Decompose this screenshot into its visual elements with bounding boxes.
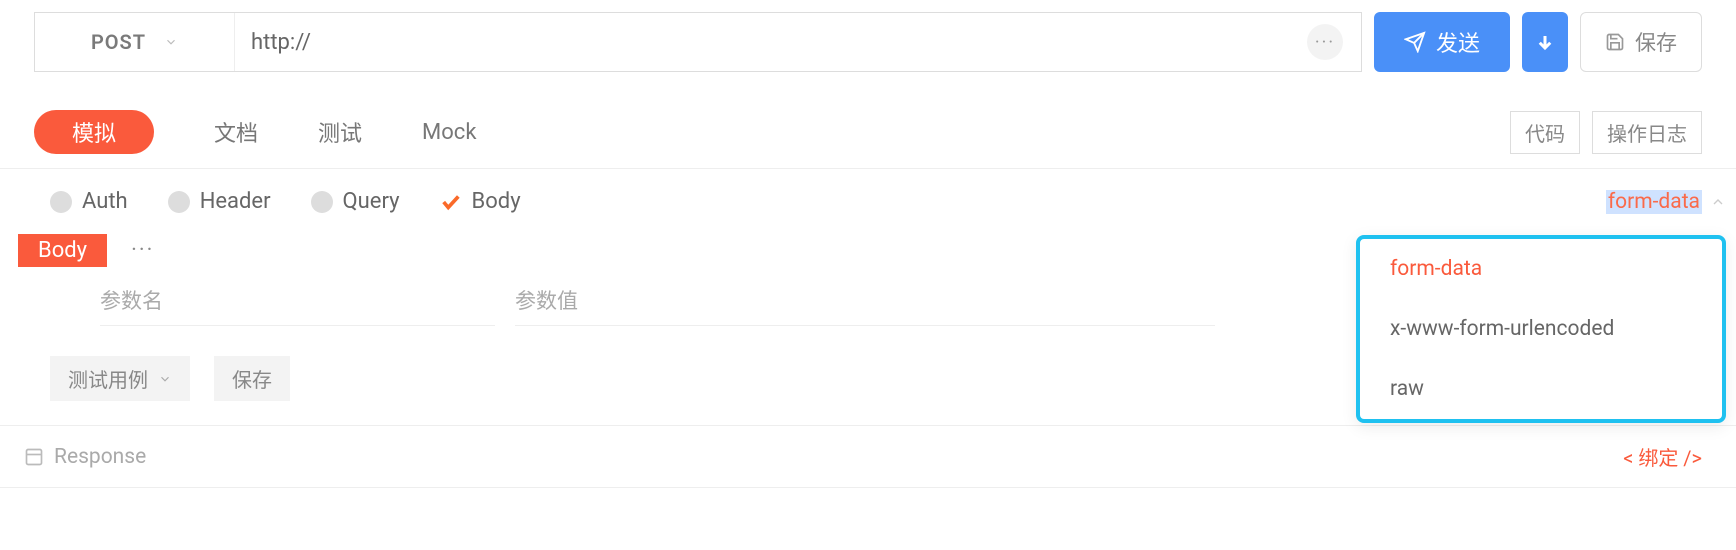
save-icon <box>1605 32 1625 52</box>
method-select[interactable]: POST <box>35 13 235 71</box>
radio-icon <box>168 191 190 213</box>
url-input-wrap: ··· <box>235 13 1361 71</box>
tab-mock[interactable]: Mock <box>422 120 476 145</box>
section-auth-label: Auth <box>82 189 128 214</box>
response-left: Response <box>24 445 146 469</box>
url-input[interactable] <box>251 30 1345 55</box>
tab-test[interactable]: 测试 <box>318 116 362 148</box>
save-label: 保存 <box>1635 27 1677 57</box>
section-query-label: Query <box>343 189 400 214</box>
section-row: Auth Header Query Body form-data form-da… <box>0 169 1736 234</box>
chevron-down-icon <box>164 35 178 49</box>
radio-icon <box>50 191 72 213</box>
testcase-button[interactable]: 测试用例 <box>50 356 190 401</box>
save-button[interactable]: 保存 <box>1580 12 1702 72</box>
save-params-button[interactable]: 保存 <box>214 356 290 401</box>
tab-docs[interactable]: 文档 <box>214 116 258 148</box>
section-header[interactable]: Header <box>168 189 271 214</box>
request-bar: POST ··· 发送 保存 <box>0 0 1736 84</box>
param-name-header: 参数名 <box>100 285 495 326</box>
dropdown-item-form-data[interactable]: form-data <box>1360 239 1722 299</box>
chevron-up-icon <box>1710 194 1726 210</box>
response-icon <box>24 447 44 467</box>
testcase-label: 测试用例 <box>68 364 148 393</box>
chevron-down-icon <box>158 372 172 386</box>
send-label: 发送 <box>1436 26 1480 58</box>
radio-checked-icon <box>440 191 462 213</box>
response-row: Response < 绑定 /> <box>0 426 1736 488</box>
log-button[interactable]: 操作日志 <box>1592 111 1702 154</box>
send-button[interactable]: 发送 <box>1374 12 1510 72</box>
save-params-label: 保存 <box>232 364 272 393</box>
method-label: POST <box>91 30 146 54</box>
section-header-label: Header <box>200 189 271 214</box>
dropdown-item-raw[interactable]: raw <box>1360 359 1722 419</box>
url-more-button[interactable]: ··· <box>1307 24 1343 60</box>
arrow-down-icon <box>1536 33 1554 51</box>
section-body-label: Body <box>472 189 521 214</box>
section-body[interactable]: Body <box>440 189 521 214</box>
tab-simulate[interactable]: 模拟 <box>34 110 154 154</box>
method-url-group: POST ··· <box>34 12 1362 72</box>
tabs-left: 模拟 文档 测试 Mock <box>34 110 476 154</box>
body-format-dropdown: form-data x-www-form-urlencoded raw <box>1356 235 1726 423</box>
body-more-button[interactable]: ··· <box>131 238 154 263</box>
section-auth[interactable]: Auth <box>50 189 128 214</box>
code-button[interactable]: 代码 <box>1510 111 1580 154</box>
dropdown-item-urlencoded[interactable]: x-www-form-urlencoded <box>1360 299 1722 359</box>
section-radio-group: Auth Header Query Body <box>50 189 521 214</box>
bind-button[interactable]: < 绑定 /> <box>1623 442 1702 471</box>
response-label: Response <box>54 445 146 469</box>
section-query[interactable]: Query <box>311 189 400 214</box>
send-icon <box>1404 31 1426 53</box>
tabs-row: 模拟 文档 测试 Mock 代码 操作日志 <box>0 84 1736 169</box>
tabs-right: 代码 操作日志 <box>1510 111 1702 154</box>
body-tag: Body <box>18 234 107 267</box>
radio-icon <box>311 191 333 213</box>
send-dropdown-button[interactable] <box>1522 12 1568 72</box>
body-format-current: form-data <box>1606 190 1702 214</box>
body-format-select[interactable]: form-data <box>1606 190 1726 214</box>
param-value-header: 参数值 <box>515 285 1215 326</box>
